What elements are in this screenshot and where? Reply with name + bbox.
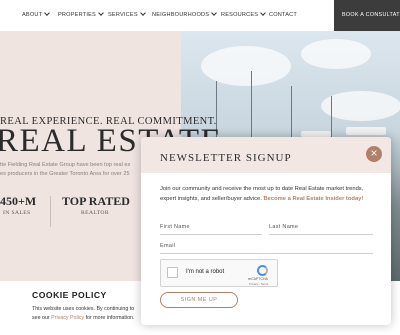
chevron-down-icon — [44, 9, 51, 16]
nav-resources-label: RESOURCES — [221, 12, 259, 18]
chevron-down-icon — [139, 9, 146, 16]
cookie-line: see our Privacy Policy for more informat… — [32, 314, 152, 323]
nav-properties-label: PROPERTIES — [58, 12, 96, 18]
sign-me-up-button[interactable]: SIGN ME UP — [160, 292, 238, 308]
nav-contact-label: CONTACT — [269, 12, 298, 18]
cookie-title: COOKIE POLICY — [32, 290, 107, 300]
cookie-line-suffix: for more information. — [84, 314, 135, 321]
nav-resources[interactable]: RESOURCES — [221, 9, 267, 18]
recaptcha-checkbox[interactable] — [167, 267, 178, 278]
boat-hull — [346, 127, 386, 135]
email-underline — [160, 253, 373, 254]
cookie-line-prefix: see our — [32, 314, 52, 321]
first-name-underline — [160, 234, 262, 235]
newsletter-modal: NEWSLETTER SIGNUP × Join our community a… — [141, 137, 391, 325]
chevron-down-icon — [98, 9, 104, 16]
last-name-underline — [269, 234, 373, 235]
recaptcha-terms-link[interactable]: Privacy - Terms — [249, 282, 268, 286]
stat-sales-value: 450+M — [0, 194, 37, 208]
nav-services[interactable]: SERVICES — [108, 9, 146, 18]
nav-contact[interactable]: CONTACT — [269, 12, 297, 18]
cloud-shape — [321, 91, 400, 121]
cloud-shape — [201, 46, 291, 86]
nav-about-label: ABOUT — [22, 12, 43, 18]
recaptcha-brand: reCAPTCHA — [248, 277, 268, 281]
privacy-policy-link[interactable]: Privacy Policy — [51, 315, 84, 321]
stat-rating-value: TOP RATED — [62, 194, 130, 208]
top-nav: ABOUT PROPERTIES SERVICES NEIGHBOURHOODS… — [0, 0, 400, 31]
cookie-text: This website uses cookies. By continuing… — [32, 305, 152, 322]
nav-neighbourhoods[interactable]: NEIGHBOURHOODS — [152, 9, 218, 18]
last-name-field[interactable]: Last Name — [269, 224, 298, 230]
cloud-shape — [301, 39, 371, 69]
nav-services-label: SERVICES — [108, 12, 138, 18]
cookie-line: This website uses cookies. By continuing… — [32, 306, 135, 312]
book-consultation-button[interactable]: BOOK A CONSULTATION — [334, 0, 400, 31]
email-field[interactable]: Email — [160, 243, 175, 249]
recaptcha-label: I'm not a robot — [186, 269, 225, 275]
modal-accent-text: Become a Real Estate Insider today! — [263, 196, 364, 202]
chevron-down-icon — [260, 9, 267, 16]
stat-rating-label: REALTOR — [81, 210, 109, 216]
modal-title: NEWSLETTER SIGNUP — [160, 152, 292, 164]
close-button[interactable]: × — [366, 146, 382, 162]
nav-properties[interactable]: PROPERTIES — [58, 9, 104, 18]
first-name-field[interactable]: First Name — [160, 224, 190, 230]
chevron-down-icon — [211, 9, 218, 16]
recaptcha-icon — [257, 265, 268, 276]
stat-sales-label: IN SALES — [3, 210, 31, 216]
recaptcha-widget: I'm not a robot reCAPTCHA Privacy - Term… — [160, 259, 278, 287]
stat-divider — [50, 196, 51, 227]
modal-description: Join our community and receive the most … — [160, 184, 370, 204]
nav-about[interactable]: ABOUT — [22, 9, 51, 18]
close-icon: × — [370, 146, 378, 160]
nav-neighbourhoods-label: NEIGHBOURHOODS — [152, 12, 210, 18]
